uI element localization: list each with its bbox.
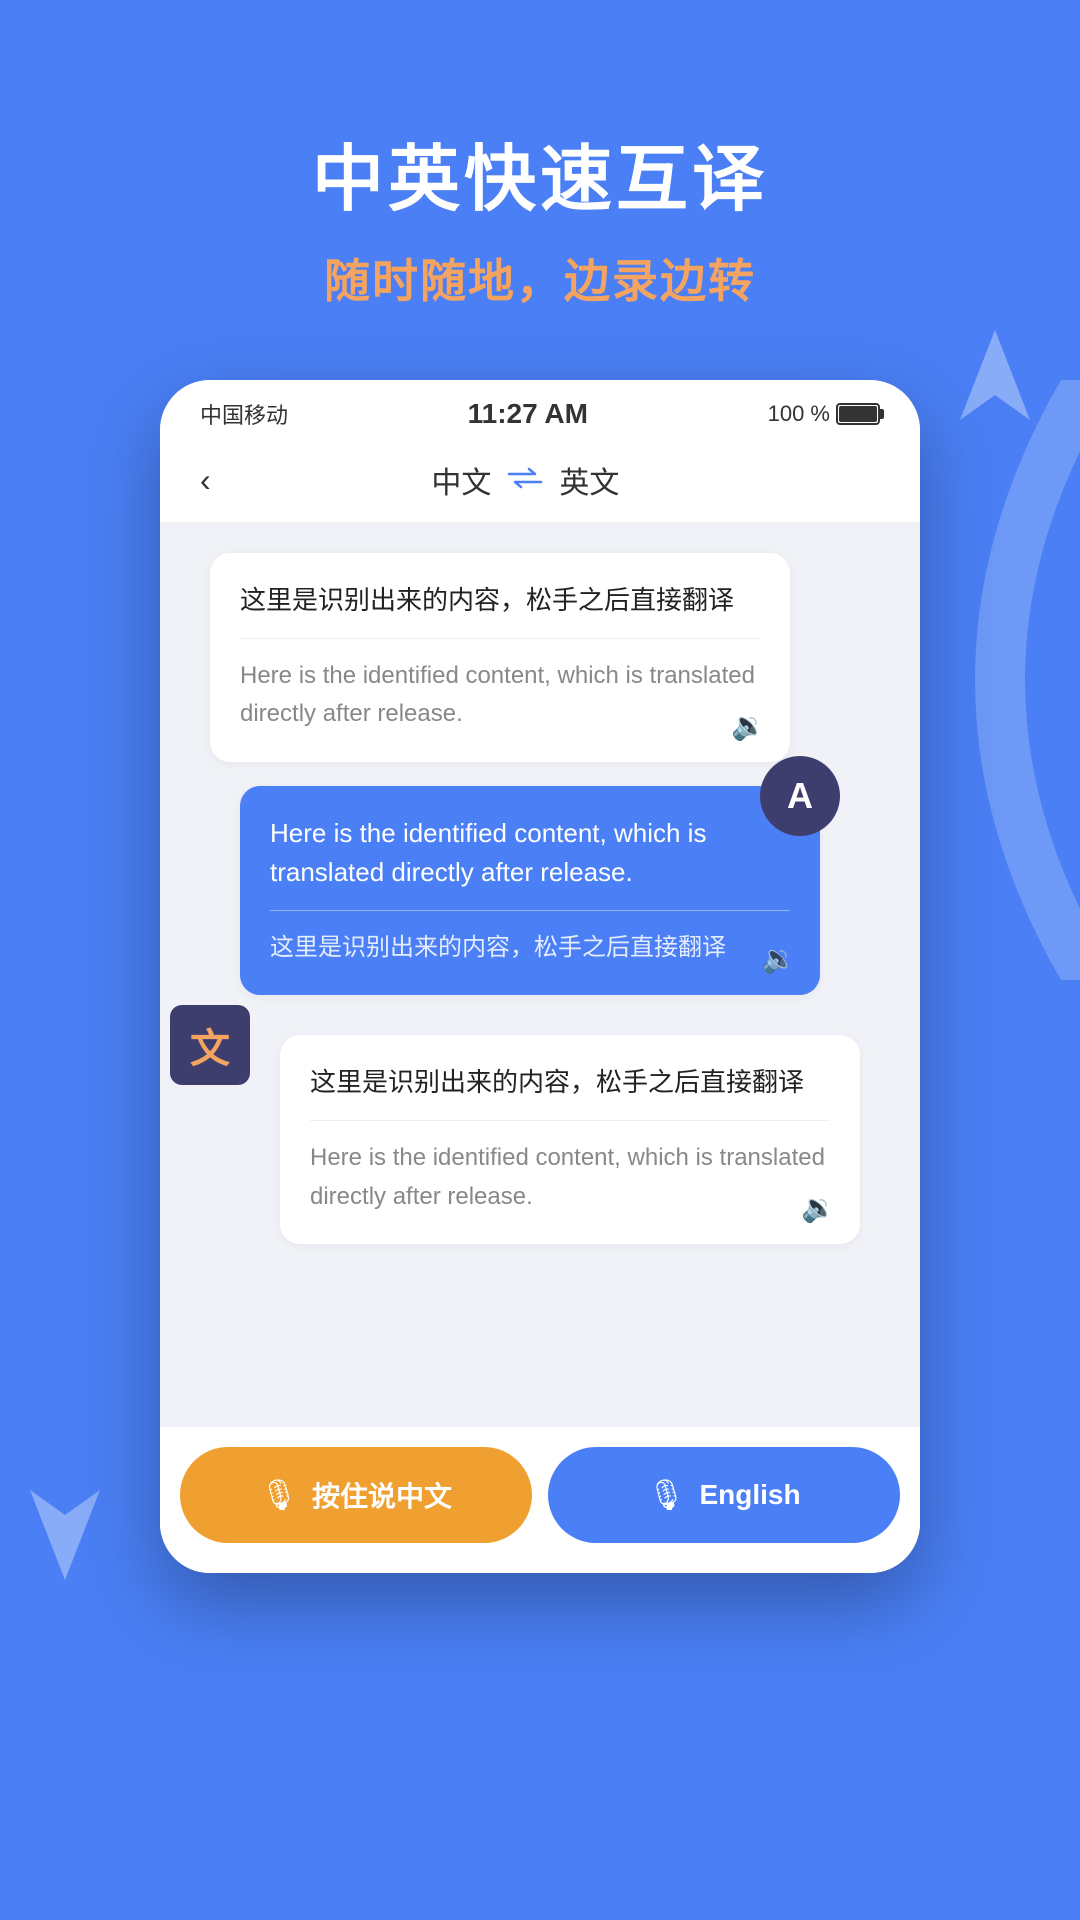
bubble1-divider [240, 638, 760, 639]
deco-curve-right [960, 380, 1080, 980]
nav-swap-icon[interactable] [507, 465, 543, 496]
nav-bar: ‹ 中文 英文 [160, 442, 920, 523]
chat-bubble-1: 这里是识别出来的内容，松手之后直接翻译 Here is the identifi… [210, 553, 790, 762]
time-text: 11:27 AM [468, 398, 588, 430]
bubble1-original: 这里是识别出来的内容，松手之后直接翻译 [240, 581, 760, 620]
bubble2-translated: 这里是识别出来的内容，松手之后直接翻译 [270, 929, 790, 967]
carrier-text: 中国移动 [200, 398, 288, 430]
phone-mockup: 中国移动 11:27 AM 100 % ‹ 中文 英文 这里是识别出来的内容，松… [160, 380, 920, 1573]
nav-lang-left: 中文 [431, 458, 491, 502]
nav-title: 中文 英文 [211, 458, 840, 502]
btn-chinese[interactable]: 🎙 按住说中文 [180, 1447, 532, 1543]
btn-english[interactable]: 🎙 English [548, 1447, 900, 1543]
bubble3-translated: Here is the identified content, which is… [310, 1139, 830, 1216]
nav-lang-right: 英文 [559, 458, 619, 502]
bottom-buttons: 🎙 按住说中文 🎙 English [160, 1427, 920, 1573]
mic-icon-chinese: 🎙 [260, 1478, 298, 1513]
bubble1-translated: Here is the identified content, which is… [240, 657, 760, 734]
bubble1-sound-icon[interactable]: 🔉 [731, 709, 766, 742]
mic-icon-english: 🎙 [647, 1478, 685, 1513]
battery-percent: 100 % [768, 401, 830, 427]
header-section: 中英快速互译 随时随地，边录边转 [0, 0, 1080, 371]
battery-info: 100 % [768, 401, 880, 427]
back-button[interactable]: ‹ [200, 462, 211, 499]
sub-title: 随时随地，边录边转 [0, 245, 1080, 311]
avatar-wen: 文 [170, 1005, 250, 1085]
bubble2-original: Here is the identified content, which is… [270, 814, 790, 892]
bubble2-sound-icon[interactable]: 🔉 [761, 942, 796, 975]
bubble2-divider [270, 910, 790, 911]
main-title: 中英快速互译 [0, 120, 1080, 225]
deco-arrow-bottom-left [30, 1490, 100, 1580]
chat-bubble-2: Here is the identified content, which is… [240, 786, 820, 995]
bubble3-divider [310, 1120, 830, 1121]
bubble3-sound-icon[interactable]: 🔉 [801, 1191, 836, 1224]
status-bar: 中国移动 11:27 AM 100 % [160, 380, 920, 442]
battery-icon [836, 403, 880, 425]
avatar-a: A [760, 756, 840, 836]
btn-chinese-label: 按住说中文 [312, 1475, 452, 1515]
btn-english-label: English [699, 1479, 800, 1511]
bubble3-original: 这里是识别出来的内容，松手之后直接翻译 [310, 1063, 830, 1102]
chat-area: 这里是识别出来的内容，松手之后直接翻译 Here is the identifi… [160, 523, 920, 1573]
chat-bubble-3: 这里是识别出来的内容，松手之后直接翻译 Here is the identifi… [280, 1035, 860, 1244]
